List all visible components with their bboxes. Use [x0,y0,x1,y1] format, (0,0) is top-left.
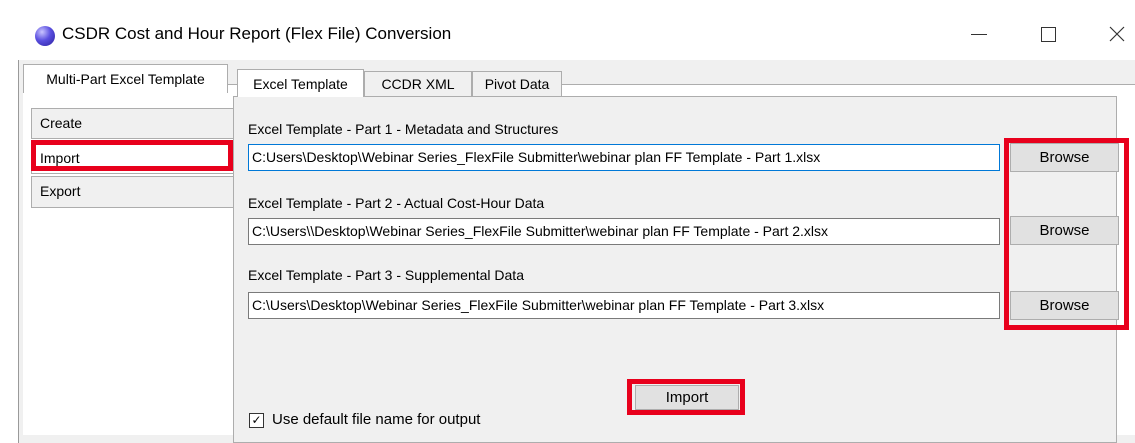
tab-pivot-data[interactable]: Pivot Data [472,71,562,96]
default-file-name-checkbox[interactable]: ✓ [249,413,264,428]
tab-excel-template[interactable]: Excel Template [237,69,364,97]
window-title: CSDR Cost and Hour Report (Flex File) Co… [62,24,452,43]
maximize-button[interactable] [1025,8,1071,60]
default-file-name-label: Use default file name for output [272,411,481,428]
side-item-create[interactable]: Create [31,108,238,139]
part-1-path-input[interactable]: C:Users\Desktop\Webinar Series_FlexFile … [248,144,1000,171]
side-item-export[interactable]: Export [31,176,238,208]
highlight-browse-buttons [1004,138,1129,330]
part-2-path-input[interactable]: C:\Users\\Desktop\Webinar Series_FlexFil… [248,218,1000,245]
minimize-button[interactable] [956,8,1002,60]
minimize-icon [971,33,987,35]
close-button[interactable] [1094,8,1135,60]
highlight-import-side-item [31,140,233,171]
title-bar: CSDR Cost and Hour Report (Flex File) Co… [18,8,1135,60]
highlight-import-button [627,379,745,415]
part-3-label: Excel Template - Part 3 - Supplemental D… [248,267,524,283]
globe-icon [35,26,55,46]
tab-multi-part-excel-template[interactable]: Multi-Part Excel Template [23,64,228,93]
maximize-icon [1040,26,1056,42]
part-1-label: Excel Template - Part 1 - Metadata and S… [248,121,559,137]
part-3-path-input[interactable]: C:\Users\Desktop\Webinar Series_FlexFile… [248,292,1000,319]
close-icon [1109,26,1125,42]
part-2-label: Excel Template - Part 2 - Actual Cost-Ho… [248,195,545,211]
tab-ccdr-xml[interactable]: CCDR XML [364,71,472,96]
